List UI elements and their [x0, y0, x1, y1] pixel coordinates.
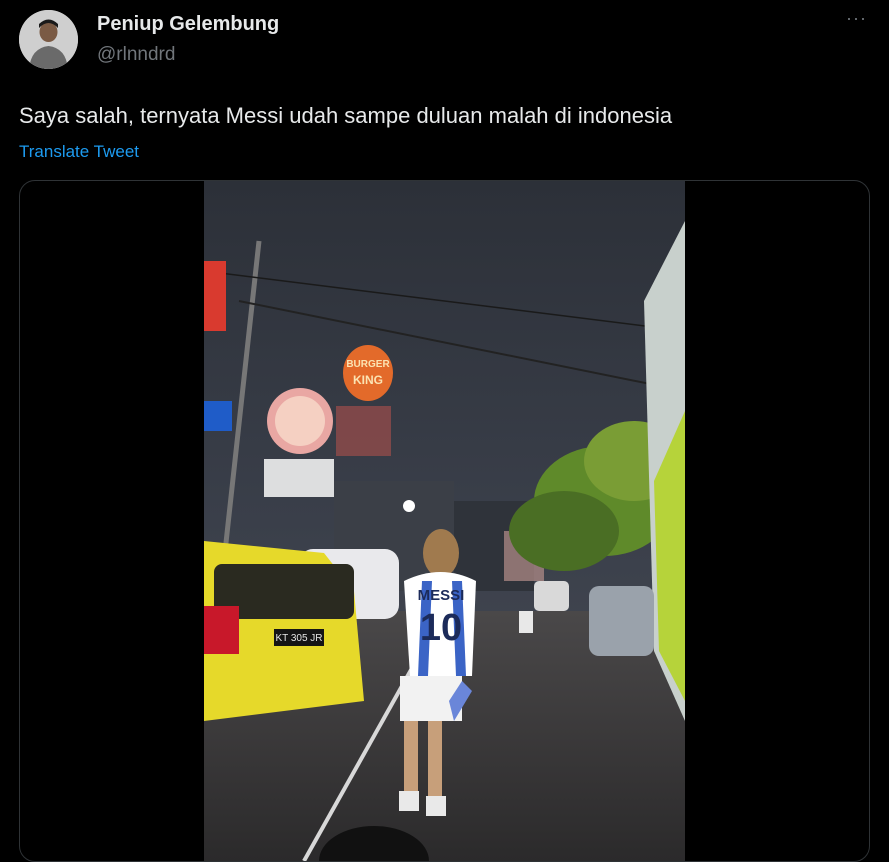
author-handle[interactable]: @rlnndrd — [97, 44, 175, 66]
sign-text-top: BURGER — [346, 359, 390, 370]
tweet-text: Saya salah, ternyata Messi udah sampe du… — [19, 103, 673, 128]
media-card: BURGER KING KT 305 JR MESSI 10 — [19, 180, 870, 862]
more-icon[interactable]: ··· — [846, 8, 867, 29]
jersey-number: 10 — [420, 607, 462, 649]
sign-text-bottom: KING — [353, 373, 383, 387]
avatar[interactable] — [19, 10, 78, 69]
video-player[interactable]: BURGER KING KT 305 JR MESSI 10 — [204, 181, 685, 861]
translate-tweet-link[interactable]: Translate Tweet — [19, 142, 139, 162]
jersey-name: MESSI — [418, 587, 465, 604]
author-name[interactable]: Peniup Gelembung — [97, 13, 279, 36]
license-plate: KT 305 JR — [275, 633, 322, 644]
